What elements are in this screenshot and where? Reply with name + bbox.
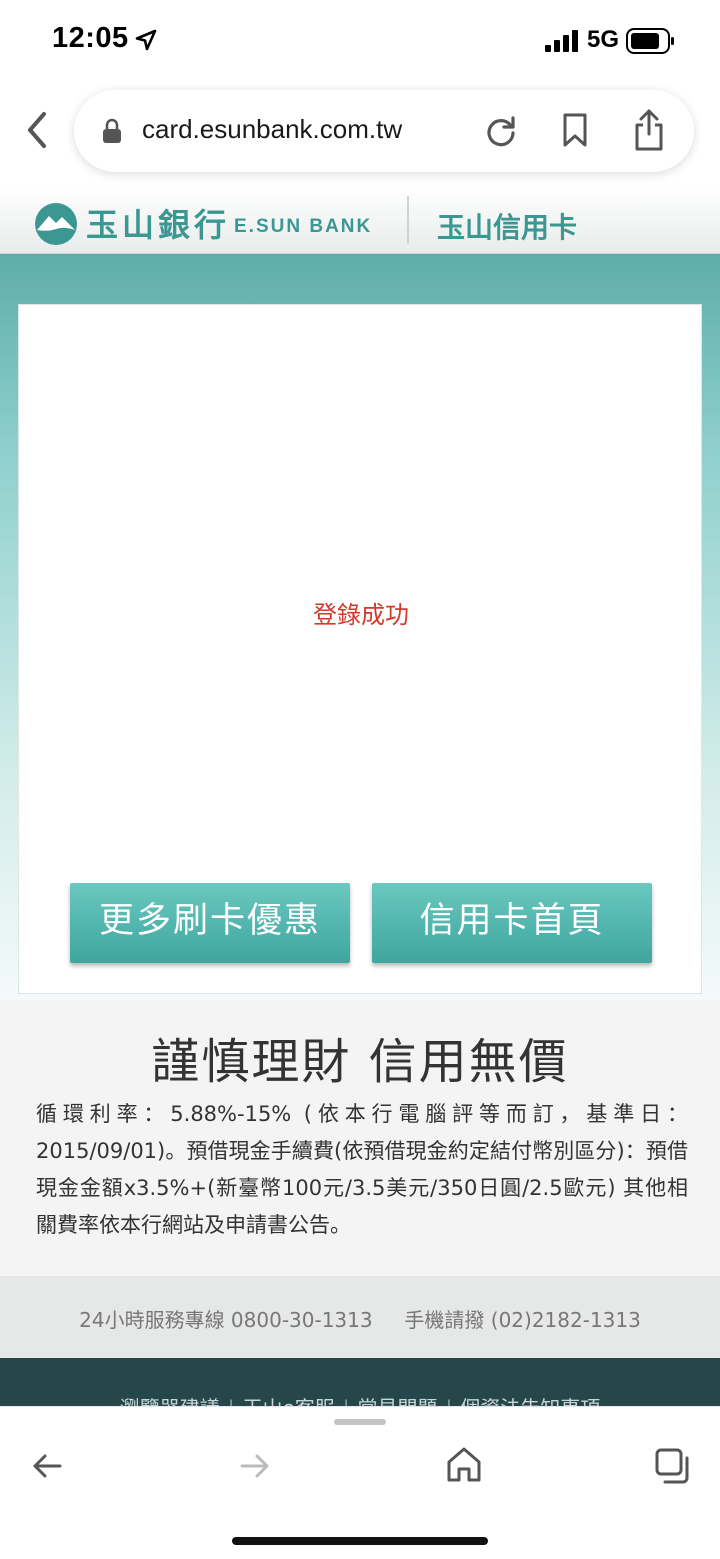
location-arrow-icon bbox=[135, 29, 157, 51]
site-header: 玉山銀行 E.SUN BANK 玉山信用卡 bbox=[0, 186, 720, 254]
bank-name-en[interactable]: E.SUN BANK bbox=[234, 216, 372, 238]
hotline-bar: 24小時服務專線 0800-30-1313 手機請撥 (02)2182-1313 bbox=[0, 1276, 720, 1358]
hotline-text: 24小時服務專線 0800-30-1313 手機請撥 (02)2182-1313 bbox=[0, 1304, 720, 1333]
lock-icon bbox=[103, 118, 121, 143]
back-chevron-icon[interactable] bbox=[22, 110, 54, 150]
success-message: 登錄成功 bbox=[313, 601, 409, 629]
card-home-button[interactable]: 信用卡首頁 bbox=[372, 883, 652, 963]
signal-bars-icon bbox=[545, 30, 578, 52]
back-arrow-icon[interactable] bbox=[30, 1449, 64, 1483]
home-icon[interactable] bbox=[446, 1445, 482, 1483]
browser-address-bar: card.esunbank.com.tw bbox=[0, 84, 720, 186]
url-text[interactable]: card.esunbank.com.tw bbox=[142, 114, 402, 145]
bank-logo-icon[interactable] bbox=[34, 202, 78, 246]
more-promotions-button[interactable]: 更多刷卡優惠 bbox=[70, 883, 350, 963]
bookmark-icon[interactable] bbox=[560, 112, 590, 148]
header-divider bbox=[407, 196, 409, 244]
main-area: 登錄成功 更多刷卡優惠 信用卡首頁 bbox=[0, 254, 720, 1000]
mobile-hotline[interactable]: 手機請撥 (02)2182-1313 bbox=[404, 1308, 640, 1332]
grab-handle[interactable] bbox=[334, 1419, 386, 1425]
footer: 瀏覽器建議 | 玉山e客服 | 常見問題 | 個資法告知事項 bbox=[0, 1358, 720, 1408]
network-label: 5G bbox=[587, 26, 620, 53]
rate-disclaimer: 循環利率：5.88%-15% (依本行電腦評等而訂，基準日：2015/09/01… bbox=[36, 1102, 688, 1237]
forward-arrow-icon[interactable] bbox=[238, 1449, 272, 1483]
battery-icon bbox=[626, 28, 674, 54]
browser-toolbar bbox=[0, 1406, 720, 1559]
bank-name[interactable]: 玉山銀行 bbox=[86, 200, 230, 246]
slogan: 謹慎理財 信用無價 bbox=[151, 1034, 569, 1090]
url-field[interactable]: card.esunbank.com.tw bbox=[74, 90, 694, 172]
site-title[interactable]: 玉山信用卡 bbox=[437, 206, 577, 246]
status-time: 12:05 bbox=[52, 22, 129, 54]
service-hotline[interactable]: 24小時服務專線 0800-30-1313 bbox=[79, 1308, 373, 1332]
tabs-icon[interactable] bbox=[654, 1447, 692, 1485]
reload-icon[interactable] bbox=[484, 114, 518, 148]
result-panel: 登錄成功 更多刷卡優惠 信用卡首頁 bbox=[18, 304, 702, 994]
home-indicator bbox=[232, 1537, 488, 1545]
share-icon[interactable] bbox=[632, 108, 666, 152]
disclaimer-section: 謹慎理財 信用無價 循環利率：5.88%-15% (依本行電腦評等而訂，基準日：… bbox=[0, 1000, 720, 1276]
status-bar: 12:05 5G bbox=[0, 0, 720, 84]
